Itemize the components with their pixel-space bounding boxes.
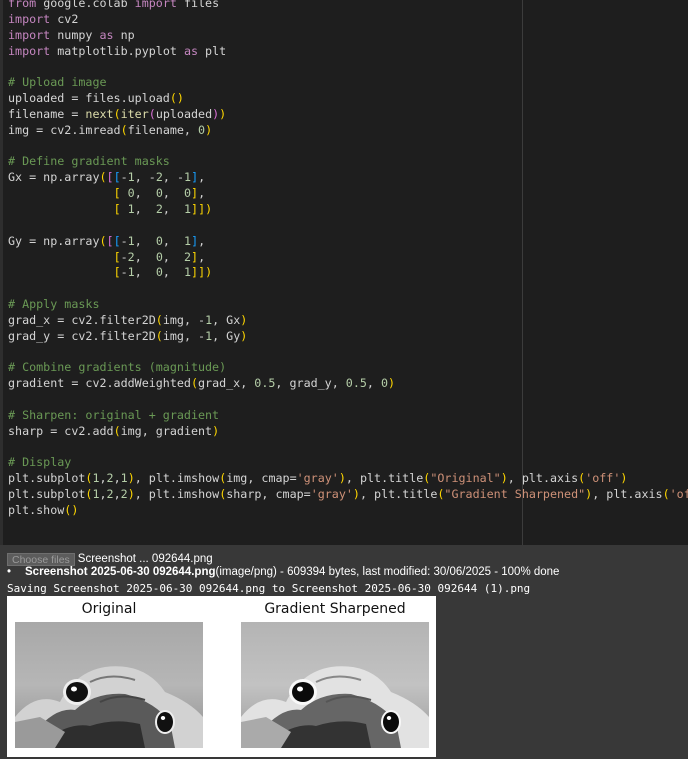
saving-message: Saving Screenshot 2025-06-30 092644.png … [7, 582, 531, 595]
choose-files-button[interactable]: Choose files [7, 552, 75, 566]
chosen-file-name: Screenshot ... 092644.png [77, 553, 213, 565]
cell-gutter [0, 0, 3, 545]
sharpened-frog-image [241, 622, 429, 748]
uploaded-file-details: (image/png) - 609394 bytes, last modifie… [215, 566, 560, 578]
subplot-title-sharpened: Gradient Sharpened [264, 601, 406, 617]
uploaded-file-name: Screenshot 2025-06-30 092644.png [25, 566, 216, 578]
original-frog-image [15, 622, 203, 748]
subplot-title-original: Original [81, 601, 137, 617]
code-editor[interactable]: from google.colab import files import cv… [0, 0, 688, 545]
list-bullet: • [7, 566, 12, 578]
uploaded-file-list: • Screenshot 2025-06-30 092644.png(image/… [7, 566, 559, 578]
file-upload-widget: Choose files Screenshot ... 092644.png [7, 552, 213, 566]
cell-output: Choose files Screenshot ... 092644.png •… [0, 545, 688, 759]
matplotlib-figure: Original Gradient Sharpened [7, 596, 436, 757]
code-content[interactable]: from google.colab import files import cv… [8, 0, 688, 519]
